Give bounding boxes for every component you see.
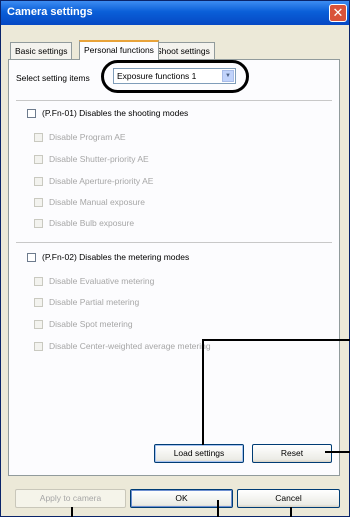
tab-shoot-settings[interactable]: Shoot settings <box>151 42 215 59</box>
divider <box>16 100 332 101</box>
group2-option-checkbox <box>34 341 43 351</box>
group1-option-label: Disable Bulb exposure <box>49 218 135 228</box>
title-bar[interactable]: Camera settings ✕ <box>1 1 349 25</box>
load-settings-button[interactable]: Load settings <box>154 444 244 463</box>
group1-option-row: Disable Bulb exposure <box>34 218 134 228</box>
group1-option-checkbox <box>34 154 43 164</box>
callout-leader-line <box>217 500 219 517</box>
cancel-button[interactable]: Cancel <box>237 489 340 508</box>
group2-option-row: Disable Spot metering <box>34 319 133 329</box>
group2-option-row: Disable Partial metering <box>34 297 139 307</box>
group1-option-label: Disable Program AE <box>49 132 126 142</box>
group2-option-checkbox <box>34 297 43 307</box>
callout-leader-line <box>71 507 73 517</box>
group1-option-checkbox <box>34 176 43 186</box>
group1-row[interactable]: (P.Fn-01) Disables the shooting modes <box>27 108 188 118</box>
apply-to-camera-button[interactable]: Apply to camera <box>15 489 126 508</box>
tab-basic-settings[interactable]: Basic settings <box>10 42 73 59</box>
callout-leader-line <box>290 507 292 517</box>
group2-option-row: Disable Center-weighted average metering <box>34 341 211 351</box>
select-setting-label: Select setting items <box>16 73 90 83</box>
group1-option-row: Disable Manual exposure <box>34 197 145 207</box>
group1-option-row: Disable Aperture-priority AE <box>34 176 153 186</box>
group2-option-row: Disable Evaluative metering <box>34 276 154 286</box>
callout-highlight-ring <box>101 60 249 93</box>
group1-checkbox[interactable] <box>27 108 36 118</box>
personal-functions-panel <box>8 59 340 476</box>
group2-option-label: Disable Center-weighted average metering <box>49 341 211 351</box>
group1-option-checkbox <box>34 132 43 142</box>
group1-option-checkbox <box>34 197 43 207</box>
group1-option-label: Disable Shutter-priority AE <box>49 154 149 164</box>
callout-leader-line <box>325 451 350 453</box>
callout-leader-line <box>202 339 350 341</box>
group2-option-checkbox <box>34 276 43 286</box>
divider <box>16 242 332 243</box>
group2-checkbox[interactable] <box>27 252 36 262</box>
reset-button[interactable]: Reset <box>252 444 332 463</box>
group1-label: (P.Fn-01) Disables the shooting modes <box>42 108 189 118</box>
group1-option-checkbox <box>34 218 43 228</box>
group1-option-label: Disable Manual exposure <box>49 197 145 207</box>
window-title: Camera settings <box>7 6 93 18</box>
group2-label: (P.Fn-02) Disables the metering modes <box>42 252 190 262</box>
group1-option-label: Disable Aperture-priority AE <box>49 176 154 186</box>
close-button[interactable]: ✕ <box>329 4 347 22</box>
group2-option-label: Disable Evaluative metering <box>49 276 155 286</box>
tab-personal-functions[interactable]: Personal functions <box>79 40 159 60</box>
group1-option-row: Disable Shutter-priority AE <box>34 154 149 164</box>
callout-leader-line <box>202 339 204 445</box>
group2-row[interactable]: (P.Fn-02) Disables the metering modes <box>27 252 189 262</box>
group2-option-label: Disable Partial metering <box>49 297 140 307</box>
group2-option-checkbox <box>34 319 43 329</box>
group2-option-label: Disable Spot metering <box>49 319 133 329</box>
group1-option-row: Disable Program AE <box>34 132 126 142</box>
